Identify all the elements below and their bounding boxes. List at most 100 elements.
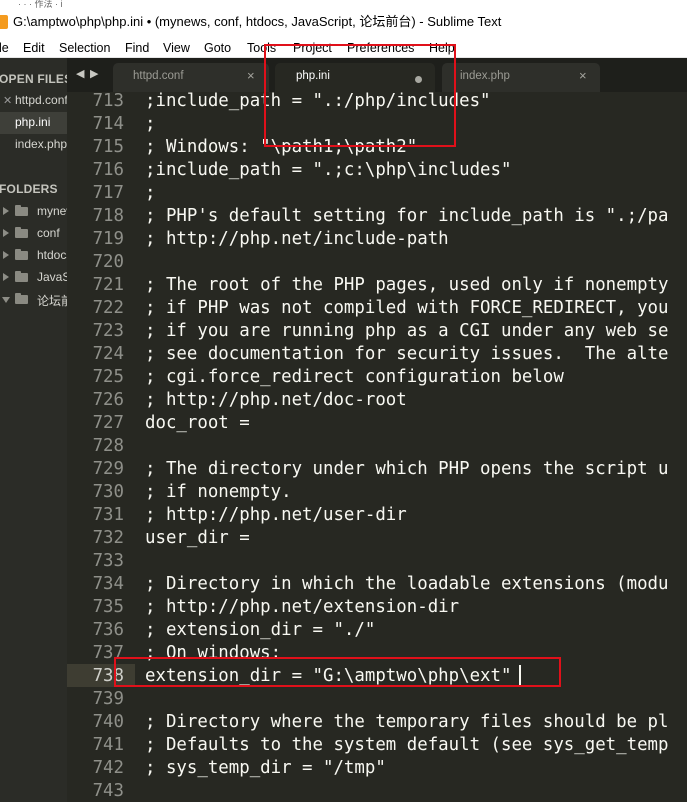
code-text[interactable]: ; Defaults to the system default (see sy… [145, 734, 669, 757]
folder-icon [15, 271, 28, 282]
open-file-php-ini[interactable]: php.ini [0, 112, 67, 134]
open-file-httpd-conf[interactable]: ✕ httpd.conf [0, 90, 67, 112]
expand-arrow-icon[interactable] [3, 251, 9, 259]
code-text[interactable]: ; [145, 182, 155, 205]
sublime-app-icon [0, 15, 8, 29]
code-text[interactable]: ; http://php.net/include-path [145, 228, 449, 251]
line-number: 728 [92, 436, 124, 456]
code-line[interactable]: 722 ; if PHP was not compiled with FORCE_… [67, 297, 687, 320]
code-text[interactable]: extension_dir = "G:\amptwo\php\ext" [145, 665, 511, 688]
code-text[interactable]: ; The root of the PHP pages, used only i… [145, 274, 669, 297]
code-text[interactable]: ; cgi.force_redirect configuration below [145, 366, 564, 389]
code-text[interactable]: ; http://php.net/extension-dir [145, 596, 459, 619]
code-text[interactable]: ; extension_dir = "./" [145, 619, 375, 642]
tab-index-php[interactable]: index.php × [442, 63, 600, 92]
code-line[interactable]: 726 ; http://php.net/doc-root [67, 389, 687, 412]
code-line[interactable]: 724 ; see documentation for security issu… [67, 343, 687, 366]
expand-arrow-icon[interactable] [3, 229, 9, 237]
expand-arrow-icon[interactable] [3, 207, 9, 215]
code-line[interactable]: 736 ; extension_dir = "./" [67, 619, 687, 642]
code-line[interactable]: 714; [67, 113, 687, 136]
code-line[interactable]: 723 ; if you are running php as a CGI und… [67, 320, 687, 343]
code-line[interactable]: 725 ; cgi.force_redirect configuration be… [67, 366, 687, 389]
unsaved-dot-icon[interactable] [415, 76, 422, 83]
folder-javascript[interactable]: JavaScript [0, 266, 67, 288]
open-file-index-php[interactable]: index.php [0, 134, 67, 156]
code-line[interactable]: 733 [67, 550, 687, 573]
code-line[interactable]: 719 ; http://php.net/include-path [67, 228, 687, 251]
code-text[interactable]: ; http://php.net/user-dir [145, 504, 407, 527]
code-line[interactable]: 715 ; Windows: "\path1;\path2" [67, 136, 687, 159]
title-bar: · · · 作法 · i G:\amptwo\php\php.ini • (my… [0, 0, 687, 38]
code-text[interactable]: ; On windows: [145, 642, 281, 665]
close-icon[interactable]: ✕ [3, 94, 12, 107]
code-line[interactable]: 739 [67, 688, 687, 711]
code-line[interactable]: 728 [67, 435, 687, 458]
code-line[interactable]: 731 ; http://php.net/user-dir [67, 504, 687, 527]
code-text[interactable]: ; if nonempty. [145, 481, 292, 504]
code-text[interactable]: ; Windows: "\path1;\path2" [145, 136, 417, 159]
code-text[interactable]: ;include_path = ".:/php/includes" [145, 92, 491, 113]
code-text[interactable]: doc_root = [145, 412, 250, 435]
folder-forum-frontend[interactable]: 论坛前台 [0, 288, 67, 310]
line-number: 740 [92, 712, 124, 732]
menu-find[interactable]: Find [125, 40, 149, 56]
menu-view[interactable]: View [163, 40, 190, 56]
code-text[interactable]: ; The directory under which PHP opens th… [145, 458, 669, 481]
code-text[interactable]: ; if you are running php as a CGI under … [145, 320, 669, 343]
code-line[interactable]: 717; [67, 182, 687, 205]
code-editor[interactable]: 713 ;include_path = ".:/php/includes" 714;… [67, 92, 687, 802]
code-line[interactable]: 721 ; The root of the PHP pages, used onl… [67, 274, 687, 297]
code-line[interactable]: 742 ; sys_temp_dir = "/tmp" [67, 757, 687, 780]
expand-arrow-icon[interactable] [3, 273, 9, 281]
code-text[interactable]: ; if PHP was not compiled with FORCE_RED… [145, 297, 669, 320]
code-line[interactable]: 741 ; Defaults to the system default (see… [67, 734, 687, 757]
close-tab-icon[interactable]: × [579, 68, 587, 83]
menu-goto[interactable]: Goto [204, 40, 231, 56]
open-file-label: httpd.conf [15, 93, 67, 107]
tab-httpd-conf[interactable]: httpd.conf × [113, 63, 269, 92]
collapse-arrow-icon[interactable] [2, 297, 10, 303]
tab-scroll-left-icon[interactable]: ◀ [76, 67, 84, 80]
code-line[interactable]: 716 ;include_path = ".;c:\php\includes" [67, 159, 687, 182]
code-text[interactable]: ; see documentation for security issues.… [145, 343, 669, 366]
code-line[interactable]: 738 extension_dir = "G:\amptwo\php\ext" [67, 665, 687, 688]
code-line[interactable]: 735 ; http://php.net/extension-dir [67, 596, 687, 619]
code-line[interactable]: 720 [67, 251, 687, 274]
code-line[interactable]: 743 [67, 780, 687, 802]
tab-php-ini[interactable]: php.ini [275, 63, 435, 92]
folder-icon [15, 249, 28, 260]
folder-conf[interactable]: conf [0, 222, 67, 244]
code-line[interactable]: 737 ; On windows: [67, 642, 687, 665]
tab-scroll-right-icon[interactable]: ▶ [90, 67, 98, 80]
code-text[interactable]: ; PHP's default setting for include_path… [145, 205, 669, 228]
code-text[interactable]: ; [145, 113, 155, 136]
code-line[interactable]: 730 ; if nonempty. [67, 481, 687, 504]
code-line[interactable]: 740 ; Directory where the temporary files… [67, 711, 687, 734]
code-line[interactable]: 727 doc_root = [67, 412, 687, 435]
code-text[interactable]: ; Directory in which the loadable extens… [145, 573, 669, 596]
code-line[interactable]: 732 user_dir = [67, 527, 687, 550]
close-tab-icon[interactable]: × [247, 68, 255, 83]
code-text[interactable]: ;include_path = ".;c:\php\includes" [145, 159, 511, 182]
folder-htdocs[interactable]: htdocs [0, 244, 67, 266]
menu-help[interactable]: Help [429, 40, 455, 56]
code-text[interactable]: ; http://php.net/doc-root [145, 389, 407, 412]
menu-project[interactable]: Project [293, 40, 332, 56]
code-line[interactable]: 718 ; PHP's default setting for include_p… [67, 205, 687, 228]
folder-label: mynews [37, 204, 67, 218]
code-text[interactable]: ; Directory where the temporary files sh… [145, 711, 669, 734]
code-line[interactable]: 729 ; The directory under which PHP opens… [67, 458, 687, 481]
menu-edit[interactable]: Edit [23, 40, 45, 56]
folder-mynews[interactable]: mynews [0, 200, 67, 222]
menu-tools[interactable]: Tools [247, 40, 276, 56]
menu-preferences[interactable]: Preferences [347, 40, 414, 56]
folder-label: conf [37, 226, 60, 240]
code-text[interactable]: ; sys_temp_dir = "/tmp" [145, 757, 386, 780]
code-line[interactable]: 713 ;include_path = ".:/php/includes" [67, 92, 687, 113]
code-text[interactable]: user_dir = [145, 527, 250, 550]
menu-file[interactable]: le [0, 40, 9, 56]
code-line[interactable]: 734 ; Directory in which the loadable ext… [67, 573, 687, 596]
open-files-header: OPEN FILES [0, 72, 67, 86]
menu-selection[interactable]: Selection [59, 40, 110, 56]
